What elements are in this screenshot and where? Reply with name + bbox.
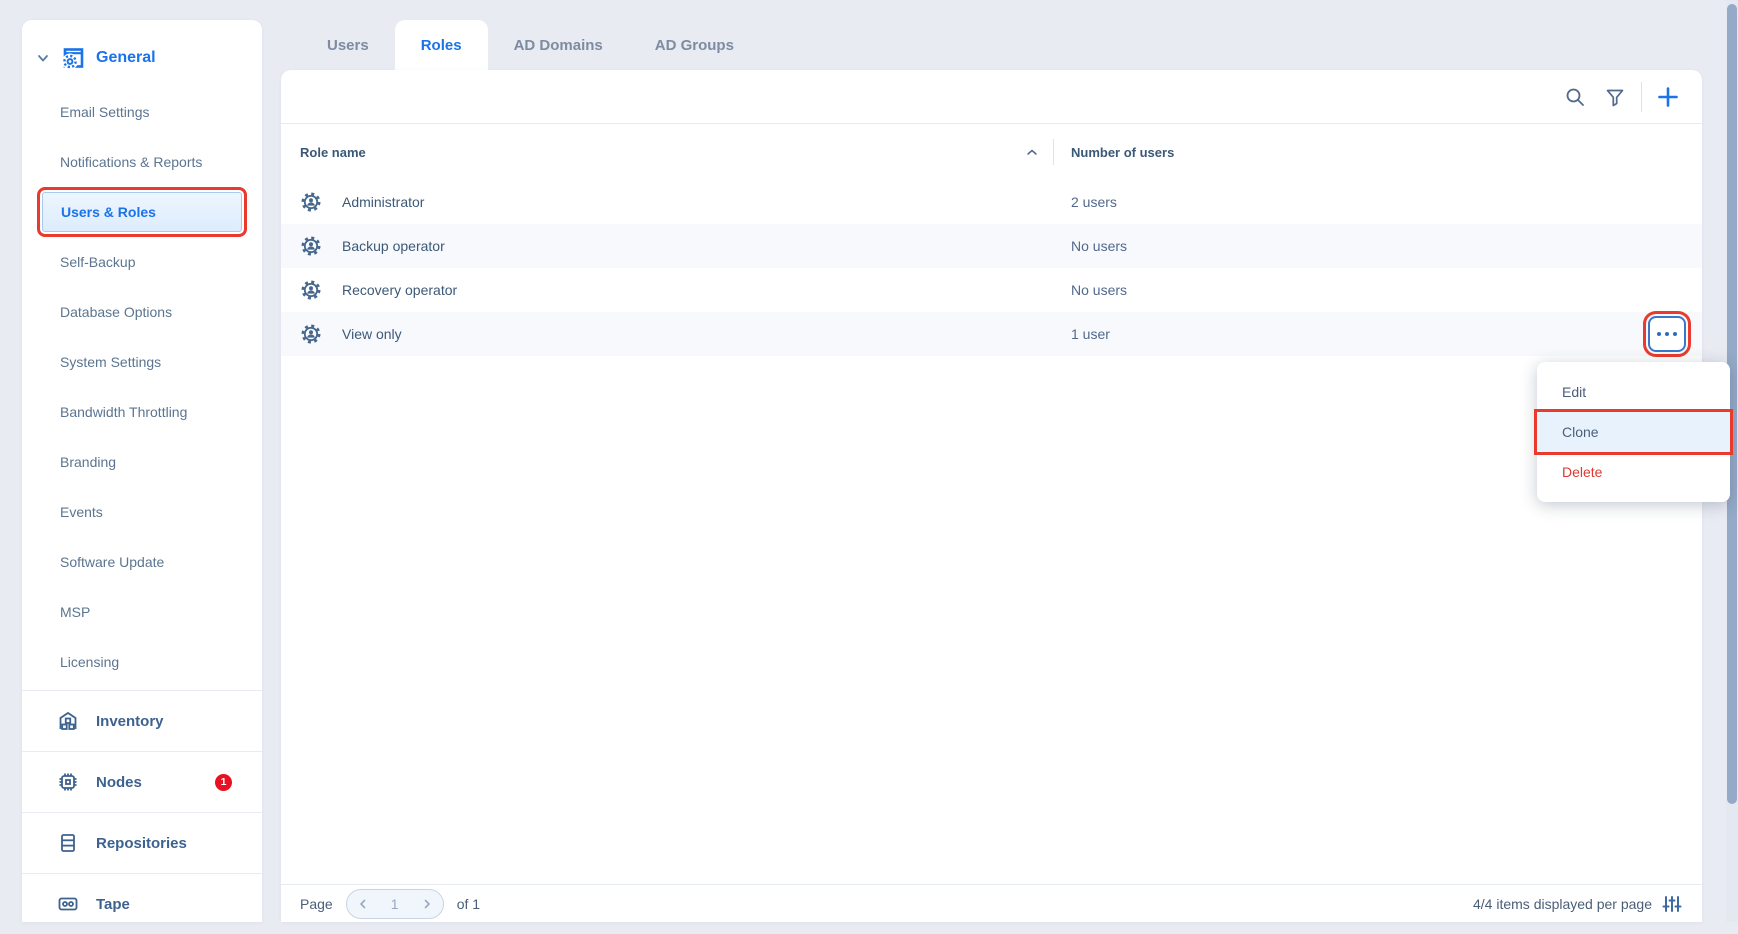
sidebar-item-notifications-reports[interactable]: Notifications & Reports — [22, 137, 262, 187]
sidebar-item-email-settings[interactable]: Email Settings — [22, 87, 262, 137]
search-button[interactable] — [1555, 77, 1595, 117]
sidebar-group-general[interactable]: General — [22, 20, 262, 82]
sidebar-section-repositories[interactable]: Repositories — [22, 812, 262, 873]
sidebar: General Email Settings Notifications & R… — [22, 20, 262, 922]
toolbar-divider — [1641, 82, 1642, 112]
sidebar-section-inventory[interactable]: Inventory — [22, 690, 262, 751]
table-header: Role name Number of users — [281, 124, 1702, 180]
sort-ascending-icon — [1026, 148, 1038, 156]
items-per-page-summary: 4/4 items displayed per page — [1473, 896, 1652, 912]
sidebar-section-label: Repositories — [96, 835, 187, 852]
users-count-cell: 1 user — [1053, 326, 1110, 342]
sidebar-general-items: Email Settings Notifications & Reports U… — [22, 82, 262, 687]
table-row-administrator[interactable]: Administrator 2 users — [281, 180, 1702, 224]
context-menu-item-clone[interactable]: Clone — [1537, 412, 1730, 452]
sidebar-group-general-label: General — [96, 49, 156, 67]
row-actions-menu-button[interactable] — [1648, 316, 1686, 352]
role-name: Recovery operator — [342, 282, 457, 298]
add-role-button[interactable] — [1648, 77, 1688, 117]
sidebar-sections: Inventory Nodes 1 Repositories — [22, 690, 262, 934]
previous-page-button[interactable] — [356, 897, 370, 911]
users-count-cell: No users — [1053, 238, 1127, 254]
tab-ad-groups[interactable]: AD Groups — [629, 20, 760, 70]
table-row-recovery-operator[interactable]: Recovery operator No users — [281, 268, 1702, 312]
nodes-icon — [56, 770, 80, 794]
role-gear-user-icon — [300, 323, 322, 345]
search-icon — [1564, 86, 1586, 108]
tape-icon — [56, 892, 80, 916]
users-count-cell: No users — [1053, 282, 1127, 298]
roles-panel: Role name Number of users Administrator — [281, 70, 1702, 922]
roles-toolbar — [281, 70, 1702, 124]
role-gear-user-icon — [300, 235, 322, 257]
context-menu-item-delete[interactable]: Delete — [1537, 452, 1730, 492]
inventory-icon — [56, 709, 80, 733]
chevron-down-icon[interactable] — [36, 51, 50, 65]
sidebar-item-events[interactable]: Events — [22, 487, 262, 537]
role-gear-user-icon — [300, 279, 322, 301]
role-name-cell: View only — [281, 323, 1053, 345]
content-tabs: Users Roles AD Domains AD Groups — [301, 20, 760, 70]
tab-roles[interactable]: Roles — [395, 20, 488, 70]
roles-table-body: Administrator 2 users Backup operator No… — [281, 180, 1702, 356]
table-row-view-only[interactable]: View only 1 user — [281, 312, 1702, 356]
row-context-menu: Edit Clone Delete — [1537, 362, 1730, 502]
role-name: Backup operator — [342, 238, 445, 254]
filter-button[interactable] — [1595, 77, 1635, 117]
sidebar-section-nodes[interactable]: Nodes 1 — [22, 751, 262, 812]
page-selector: 1 — [346, 889, 444, 919]
role-name: View only — [342, 326, 402, 342]
role-name: Administrator — [342, 194, 424, 210]
sidebar-item-msp[interactable]: MSP — [22, 587, 262, 637]
total-pages-label: of 1 — [457, 896, 480, 912]
users-count-cell: 2 users — [1053, 194, 1117, 210]
sidebar-section-label: Tape — [96, 896, 130, 913]
column-header-role-name[interactable]: Role name — [281, 124, 1053, 180]
sidebar-item-system-settings[interactable]: System Settings — [22, 337, 262, 387]
sidebar-item-software-update[interactable]: Software Update — [22, 537, 262, 587]
next-page-button[interactable] — [420, 897, 434, 911]
sidebar-item-self-backup[interactable]: Self-Backup — [22, 237, 262, 287]
role-name-cell: Recovery operator — [281, 279, 1053, 301]
tab-ad-domains[interactable]: AD Domains — [488, 20, 629, 70]
role-name-cell: Administrator — [281, 191, 1053, 213]
sidebar-item-branding[interactable]: Branding — [22, 437, 262, 487]
sidebar-section-tape[interactable]: Tape — [22, 873, 262, 934]
tab-users[interactable]: Users — [301, 20, 395, 70]
sidebar-section-label: Inventory — [96, 713, 164, 730]
table-row-backup-operator[interactable]: Backup operator No users — [281, 224, 1702, 268]
ellipsis-icon — [1657, 332, 1661, 336]
sidebar-item-database-options[interactable]: Database Options — [22, 287, 262, 337]
nodes-alert-badge: 1 — [215, 774, 232, 791]
sidebar-item-users-roles[interactable]: Users & Roles — [42, 192, 242, 232]
page-label: Page — [300, 896, 333, 912]
column-header-number-of-users[interactable]: Number of users — [1054, 145, 1174, 160]
sidebar-item-bandwidth-throttling[interactable]: Bandwidth Throttling — [22, 387, 262, 437]
column-label: Role name — [300, 145, 366, 160]
role-gear-user-icon — [300, 191, 322, 213]
add-icon — [1656, 85, 1680, 109]
pagination-bar: Page 1 of 1 4/4 items displayed per page — [281, 884, 1702, 922]
repositories-icon — [56, 831, 80, 855]
filter-icon — [1604, 86, 1626, 108]
sidebar-section-label: Nodes — [96, 774, 142, 791]
context-menu-item-edit[interactable]: Edit — [1537, 372, 1730, 412]
sidebar-item-licensing[interactable]: Licensing — [22, 637, 262, 687]
general-gear-window-icon — [60, 45, 86, 71]
current-page-input[interactable]: 1 — [391, 896, 399, 912]
role-name-cell: Backup operator — [281, 235, 1053, 257]
items-per-page-settings-button[interactable] — [1662, 894, 1682, 914]
